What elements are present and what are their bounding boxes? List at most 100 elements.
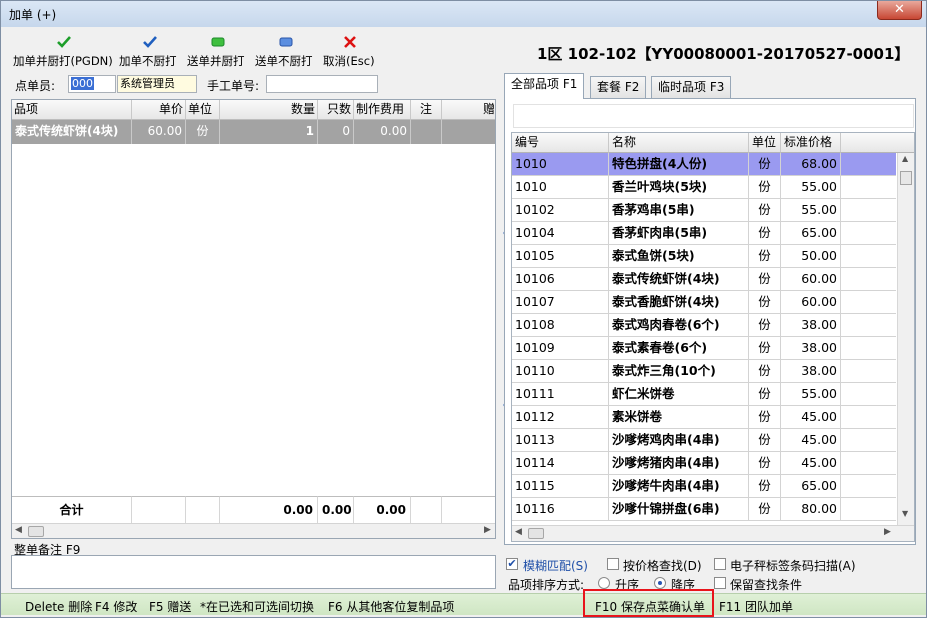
order-col-fee[interactable]: 制作费用 (354, 100, 411, 120)
order-grid[interactable]: 品项 单价 单位 数量 只数 制作费用 注 赠 泰式传统虾饼(4块) 60.00… (11, 99, 496, 539)
cancel-label: 取消(Esc) (323, 54, 375, 68)
menu-cell-unit: 份 (749, 452, 781, 474)
price-search-label[interactable]: 按价格查找(D) (623, 557, 702, 574)
sort-asc-radio[interactable] (598, 577, 610, 589)
menu-cell-name: 沙嗲烤鸡肉串(4串) (609, 429, 749, 451)
menu-cell-name: 泰式传统虾饼(4块) (609, 268, 749, 290)
menu-grid-vscroll-thumb[interactable] (900, 171, 912, 185)
menu-scroll-left-icon[interactable]: ◀ (515, 527, 522, 537)
order-row-unit[interactable]: 份 (186, 120, 220, 144)
sort-desc-radio[interactable] (654, 577, 666, 589)
menu-cell-price: 80.00 (781, 498, 841, 520)
menu-grid-vscrollbar[interactable]: ▲ ▼ (897, 153, 914, 541)
menu-cell-name: 泰式素春卷(6个) (609, 337, 749, 359)
menu-grid[interactable]: 编号 名称 单位 标准价格 1010 特色拼盘(4人份) 份 68.00 1010 香兰叶… (511, 132, 915, 542)
order-col-note[interactable]: 注 (411, 100, 442, 120)
menu-row[interactable]: 10109 泰式素春卷(6个) 份 38.00 (512, 337, 896, 360)
tab-temp-items[interactable]: 临时品项 F3 (651, 76, 732, 98)
menu-row[interactable]: 10114 沙嗲烤猪肉串(4串) 份 45.00 (512, 452, 896, 475)
menu-row[interactable]: 10113 沙嗲烤鸡肉串(4串) 份 45.00 (512, 429, 896, 452)
item-search-box[interactable] (513, 104, 914, 128)
menu-row[interactable]: 10116 沙嗲什锦拼盘(6串) 份 80.00 (512, 498, 896, 521)
scroll-left-icon[interactable]: ◀ (15, 525, 22, 535)
order-col-qty[interactable]: 数量 (220, 100, 318, 120)
menu-col-price[interactable]: 标准价格 (781, 133, 841, 153)
menu-grid-hscroll-thumb[interactable] (528, 528, 544, 539)
order-note-input[interactable] (11, 555, 496, 589)
order-col-count[interactable]: 只数 (318, 100, 354, 120)
price-search-checkbox[interactable] (607, 558, 619, 570)
barcode-scan-checkbox[interactable] (714, 558, 726, 570)
menu-row[interactable]: 10111 虾仁米饼卷份 55.00 (512, 383, 896, 406)
menu-cell-filler (841, 153, 896, 175)
menu-cell-name: 素米饼卷 (609, 406, 749, 428)
close-button[interactable]: ✕ (877, 1, 922, 20)
menu-cell-filler (841, 268, 896, 290)
menu-row[interactable]: 10106 泰式传统虾饼(4块) 份 60.00 (512, 268, 896, 291)
fuzzy-match-label[interactable]: 模糊匹配(S) (523, 557, 588, 574)
title-bar: 加单 (+) ✕ (1, 1, 926, 27)
menu-col-code[interactable]: 编号 (512, 133, 609, 153)
order-row-name[interactable]: 泰式传统虾饼(4块) (12, 120, 132, 144)
tab-all-items[interactable]: 全部品项 F1 (504, 73, 585, 99)
menu-row[interactable]: 10102 香茅鸡串(5串) 份 55.00 (512, 199, 896, 222)
menu-cell-filler (841, 291, 896, 313)
scroll-up-icon[interactable]: ▲ (902, 154, 908, 163)
cancel-button[interactable]: 取消(Esc) (323, 33, 381, 69)
menu-grid-hscrollbar[interactable]: ◀ ▶ (512, 525, 914, 541)
add-and-print-button[interactable]: 加单并厨打(PGDN) (13, 33, 117, 69)
menu-scroll-right-icon[interactable]: ▶ (884, 527, 891, 537)
send-and-print-button[interactable]: 送单并厨打 (187, 33, 251, 69)
menu-row[interactable]: 10115 沙嗲烤牛肉串(4串) 份 65.00 (512, 475, 896, 498)
order-row-fee[interactable]: 0.00 (354, 120, 411, 144)
order-grid-hscrollbar[interactable]: ◀ ▶ (12, 523, 495, 538)
menu-row[interactable]: 10112 素米饼卷份 45.00 (512, 406, 896, 429)
menu-cell-code: 10111 (512, 383, 609, 405)
menu-row[interactable]: 10110 泰式炸三角(10个) 份 38.00 (512, 360, 896, 383)
keep-search-checkbox[interactable] (714, 577, 726, 589)
tab-set-meals[interactable]: 套餐 F2 (590, 76, 647, 98)
total-unit-cell (186, 496, 220, 524)
keep-search-label[interactable]: 保留查找条件 (730, 576, 802, 593)
order-col-gift[interactable]: 赠 (442, 100, 495, 120)
menu-cell-price: 60.00 (781, 268, 841, 290)
status-copy-hint: F6 从其他客位复制品项 (328, 600, 455, 614)
order-col-price[interactable]: 单价 (132, 100, 186, 120)
order-row-price[interactable]: 60.00 (132, 120, 186, 144)
menu-col-name[interactable]: 名称 (609, 133, 749, 153)
menu-row[interactable]: 10107 泰式香脆虾饼(4块) 份 60.00 (512, 291, 896, 314)
order-col-item[interactable]: 品项 (12, 100, 132, 120)
order-col-unit[interactable]: 单位 (186, 100, 220, 120)
menu-cell-code: 10105 (512, 245, 609, 267)
order-row-note[interactable] (411, 120, 442, 144)
status-group-hint[interactable]: F11 团队加单 (719, 598, 793, 615)
total-label: 合计 (12, 496, 132, 524)
blue-check-icon (143, 36, 157, 48)
menu-row[interactable]: 10105 泰式鱼饼(5块) 份 50.00 (512, 245, 896, 268)
order-row-gift[interactable] (442, 120, 495, 144)
order-grid-hscroll-thumb[interactable] (28, 526, 44, 537)
menu-row[interactable]: 1010 特色拼盘(4人份) 份 68.00 (512, 153, 896, 176)
menu-cell-filler (841, 176, 896, 198)
total-gift-cell (442, 496, 495, 524)
menu-cell-name: 香兰叶鸡块(5块) (609, 176, 749, 198)
menu-cell-name: 香茅鸡串(5串) (609, 199, 749, 221)
order-row-count[interactable]: 0 (318, 120, 354, 144)
barcode-scan-label[interactable]: 电子秤标签条码扫描(A) (730, 557, 856, 574)
scroll-right-icon[interactable]: ▶ (484, 525, 491, 535)
menu-row[interactable]: 10108 泰式鸡肉春卷(6个) 份 38.00 (512, 314, 896, 337)
add-no-print-button[interactable]: 加单不厨打 (119, 33, 183, 69)
menu-cell-filler (841, 429, 896, 451)
waiter-code-input[interactable]: 000 (68, 75, 116, 93)
menu-row[interactable]: 1010 香兰叶鸡块(5块) 份 55.00 (512, 176, 896, 199)
scroll-down-icon[interactable]: ▼ (902, 509, 908, 518)
manual-no-input[interactable] (266, 75, 378, 93)
menu-row[interactable]: 10104 香茅虾肉串(5串) 份 65.00 (512, 222, 896, 245)
menu-cell-price: 65.00 (781, 222, 841, 244)
menu-cell-filler (841, 383, 896, 405)
menu-cell-filler (841, 406, 896, 428)
menu-col-unit[interactable]: 单位 (749, 133, 781, 153)
send-no-print-button[interactable]: 送单不厨打 (255, 33, 319, 69)
order-row-qty[interactable]: 1 (220, 120, 318, 144)
fuzzy-match-checkbox[interactable]: ✔ (506, 558, 518, 570)
